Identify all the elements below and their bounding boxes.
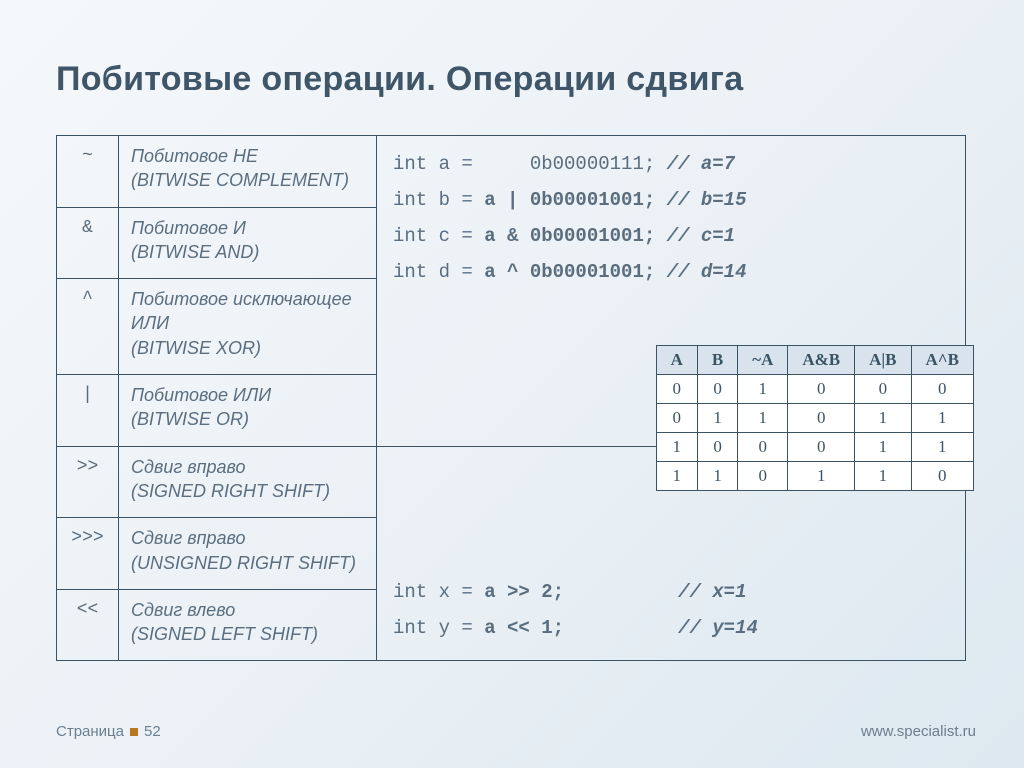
op-symbol: >> xyxy=(57,446,119,518)
truth-header: A|B xyxy=(855,346,911,375)
op-symbol: >>> xyxy=(57,518,119,590)
truth-table: A B ~A A&B A|B A^B 0 0 1 0 0 0 0 1 1 0 1… xyxy=(656,345,974,491)
op-desc: Побитовое ИЛИ(BITWISE OR) xyxy=(119,375,377,447)
truth-row: 1 0 0 0 1 1 xyxy=(656,433,973,462)
bullet-icon xyxy=(130,728,138,736)
page-number: Страница52 xyxy=(56,723,161,740)
truth-row: 0 0 1 0 0 0 xyxy=(656,375,973,404)
op-desc: Побитовое НЕ(BITWISE COMPLEMENT) xyxy=(119,136,377,208)
footer-url: www.specialist.ru xyxy=(861,723,976,740)
truth-header: A xyxy=(656,346,697,375)
op-desc: Побитовое исключающее ИЛИ(BITWISE XOR) xyxy=(119,279,377,375)
op-symbol: ^ xyxy=(57,279,119,375)
op-symbol: ~ xyxy=(57,136,119,208)
truth-header: A&B xyxy=(788,346,855,375)
table-row: ~ Побитовое НЕ(BITWISE COMPLEMENT) int a… xyxy=(57,136,966,208)
op-symbol: | xyxy=(57,375,119,447)
op-symbol: << xyxy=(57,589,119,661)
op-desc: Сдвиг влево(SIGNED LEFT SHIFT) xyxy=(119,589,377,661)
truth-header: ~A xyxy=(738,346,788,375)
truth-header: B xyxy=(697,346,737,375)
op-desc: Сдвиг вправо(SIGNED RIGHT SHIFT) xyxy=(119,446,377,518)
op-symbol: & xyxy=(57,207,119,279)
op-desc: Сдвиг вправо(UNSIGNED RIGHT SHIFT) xyxy=(119,518,377,590)
truth-row: 0 1 1 0 1 1 xyxy=(656,404,973,433)
slide-footer: Страница52 www.specialist.ru xyxy=(56,723,976,740)
slide-title: Побитовые операции. Операции сдвига xyxy=(56,60,976,99)
truth-header: A^B xyxy=(911,346,974,375)
truth-row: 1 1 0 1 1 0 xyxy=(656,462,973,491)
op-desc: Побитовое И(BITWISE AND) xyxy=(119,207,377,279)
